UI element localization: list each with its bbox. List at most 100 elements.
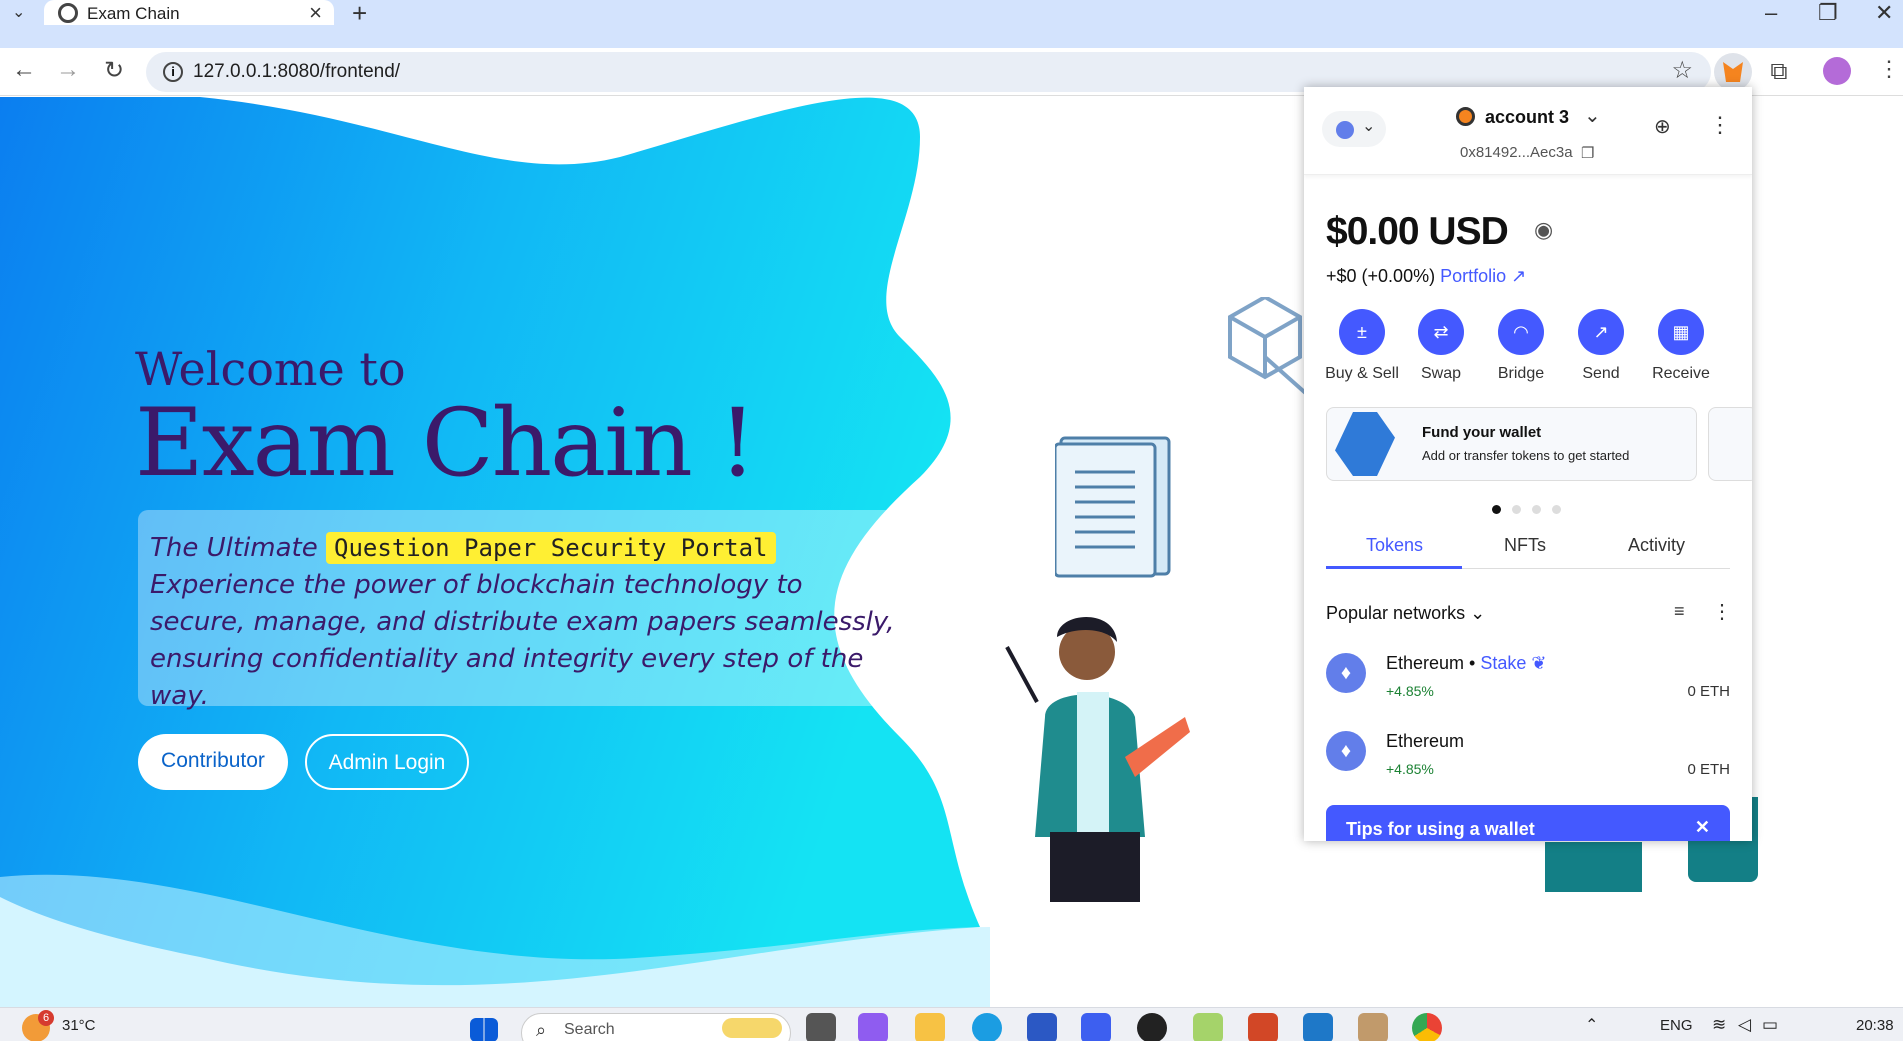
- chevron-down-icon: ⌄: [1470, 603, 1486, 623]
- ethereum-logo-icon: [1335, 412, 1395, 476]
- page-title: Exam Chain !: [135, 389, 756, 498]
- fund-wallet-subtitle: Add or transfer tokens to get started: [1422, 448, 1630, 463]
- forward-arrow-icon[interactable]: →: [56, 56, 80, 84]
- account-avatar: [1456, 107, 1475, 126]
- send-icon: ↗: [1578, 309, 1624, 355]
- token-balance: 0 ETH: [1687, 683, 1730, 700]
- carousel-dot[interactable]: [1532, 505, 1541, 514]
- active-tab-underline: [1326, 566, 1462, 569]
- browser-tab[interactable]: Exam Chain ×: [44, 0, 334, 25]
- file-explorer-icon[interactable]: [915, 1013, 945, 1041]
- tagline-prefix: The Ultimate: [150, 533, 318, 563]
- language-indicator[interactable]: ENG: [1660, 1017, 1693, 1034]
- extensions-puzzle-icon[interactable]: ⧉: [1760, 53, 1798, 91]
- chevron-down-icon: ⌄: [1362, 118, 1376, 135]
- metamask-wallet-popup: ⌄ account 3 ⌄ 0x81492...Aec3a ❐ ⊕ ⋮ $0.0…: [1304, 87, 1752, 841]
- balance-change: +$0 (+0.00%) Portfolio ↗: [1326, 266, 1526, 287]
- carousel-dot[interactable]: [1552, 505, 1561, 514]
- account-address[interactable]: 0x81492...Aec3a: [1460, 144, 1573, 161]
- browser-menu-icon[interactable]: ⋮: [1878, 56, 1900, 94]
- taskbar-search[interactable]: ⌕ Search: [521, 1013, 791, 1041]
- token-name: Ethereum • Stake ❦: [1386, 653, 1547, 673]
- weather-badge: 6: [38, 1010, 54, 1026]
- powerpoint-icon[interactable]: [1248, 1013, 1278, 1041]
- restore-button[interactable]: ❐: [1818, 0, 1838, 26]
- reload-icon[interactable]: ↻: [104, 56, 124, 85]
- stake-link[interactable]: Stake: [1480, 653, 1526, 673]
- fund-wallet-card[interactable]: Fund your wallet Add or transfer tokens …: [1326, 407, 1697, 481]
- contributor-button[interactable]: Contributor: [138, 734, 288, 790]
- app-icon[interactable]: [1081, 1013, 1111, 1041]
- token-row[interactable]: ♦ Ethereum +4.85% 0 ETH: [1326, 725, 1730, 785]
- token-change: +4.85%: [1386, 683, 1434, 699]
- carousel-dot[interactable]: [1512, 505, 1521, 514]
- send-button[interactable]: ↗ Send: [1561, 309, 1641, 383]
- clock[interactable]: 20:38: [1856, 1017, 1894, 1034]
- github-icon[interactable]: [1137, 1013, 1167, 1041]
- close-window-button[interactable]: ✕: [1875, 0, 1893, 26]
- tab-tokens[interactable]: Tokens: [1366, 535, 1423, 556]
- new-tab-button[interactable]: +: [352, 0, 367, 29]
- copy-icon[interactable]: ❐: [1581, 144, 1594, 162]
- tab-list-chevron-icon[interactable]: ⌄: [12, 2, 25, 22]
- network-selector[interactable]: ⌄: [1322, 111, 1386, 147]
- copilot-icon[interactable]: [858, 1013, 888, 1041]
- profile-avatar[interactable]: [1823, 57, 1851, 85]
- wallet-menu-icon[interactable]: ⋮: [1709, 112, 1731, 138]
- edge-icon[interactable]: [972, 1013, 1002, 1041]
- windows-taskbar: 6 31°C ⌕ Search ⌃ ENG ≋ ◁ ▭ 20:38: [0, 1007, 1903, 1041]
- portfolio-link[interactable]: Portfolio: [1440, 266, 1506, 286]
- next-promo-card[interactable]: [1708, 407, 1752, 481]
- hero-description: Experience the power of blockchain techn…: [150, 570, 895, 711]
- task-view-icon[interactable]: [806, 1013, 836, 1041]
- fund-wallet-title: Fund your wallet: [1422, 424, 1542, 441]
- address-bar[interactable]: i 127.0.0.1:8080/frontend/ ☆: [146, 52, 1711, 92]
- external-link-icon[interactable]: ↗: [1511, 266, 1526, 286]
- volume-icon[interactable]: ◁: [1738, 1015, 1751, 1035]
- url-text[interactable]: 127.0.0.1:8080/frontend/: [193, 61, 400, 83]
- app-icon[interactable]: [1193, 1013, 1223, 1041]
- app-icon[interactable]: [1358, 1013, 1388, 1041]
- ethereum-network-icon: [1336, 121, 1354, 139]
- chevron-up-icon[interactable]: ⌃: [1585, 1015, 1598, 1035]
- popular-networks-filter[interactable]: Popular networks ⌄: [1326, 603, 1485, 624]
- windows-start-icon[interactable]: [470, 1018, 498, 1041]
- token-row[interactable]: ♦ Ethereum • Stake ❦ +4.85% 0 ETH: [1326, 647, 1730, 707]
- bookmark-star-icon[interactable]: ☆: [1671, 56, 1693, 85]
- admin-login-button[interactable]: Admin Login: [305, 734, 469, 790]
- token-options-icon[interactable]: ⋮: [1712, 599, 1732, 624]
- minimize-button[interactable]: –: [1765, 0, 1777, 26]
- ethereum-icon: ♦: [1326, 731, 1366, 771]
- tab-nfts[interactable]: NFTs: [1504, 535, 1546, 556]
- eye-icon[interactable]: ◉: [1534, 217, 1553, 243]
- metamask-fox-icon[interactable]: [1714, 53, 1752, 91]
- bridge-button[interactable]: ◠ Bridge: [1481, 309, 1561, 383]
- sort-filter-icon[interactable]: ≡: [1674, 601, 1685, 622]
- vscode-icon[interactable]: [1303, 1013, 1333, 1041]
- carousel-dot[interactable]: [1492, 505, 1501, 514]
- account-name[interactable]: account 3: [1485, 107, 1569, 128]
- hero-description-box: The Ultimate Question Paper Security Por…: [138, 510, 915, 711]
- tips-banner[interactable]: Tips for using a wallet ✕: [1326, 805, 1730, 841]
- site-info-icon[interactable]: i: [163, 62, 183, 82]
- connected-sites-icon[interactable]: ⊕: [1654, 114, 1671, 139]
- tips-title: Tips for using a wallet: [1346, 819, 1535, 839]
- wifi-icon[interactable]: ≋: [1712, 1015, 1726, 1035]
- close-icon[interactable]: ✕: [1695, 817, 1710, 838]
- receive-button[interactable]: ▦ Receive: [1641, 309, 1721, 383]
- bridge-label: Bridge: [1497, 365, 1545, 382]
- back-arrow-icon[interactable]: ←: [12, 56, 36, 84]
- chrome-icon[interactable]: [1412, 1013, 1442, 1041]
- teacher-illustration: [1005, 617, 1190, 902]
- battery-icon[interactable]: ▭: [1762, 1015, 1778, 1035]
- tab-activity[interactable]: Activity: [1628, 535, 1685, 556]
- account-chevron-icon[interactable]: ⌄: [1584, 103, 1601, 128]
- swap-button[interactable]: ⇄ Swap: [1401, 309, 1481, 383]
- balance-change-value: +$0 (+0.00%): [1326, 266, 1436, 286]
- microsoft-store-icon[interactable]: [1027, 1013, 1057, 1041]
- receive-label: Receive: [1652, 365, 1710, 382]
- close-tab-icon[interactable]: ×: [309, 0, 322, 26]
- buy-sell-button[interactable]: ± Buy & Sell: [1322, 309, 1402, 383]
- ethereum-icon: ♦: [1326, 653, 1366, 693]
- bridge-icon: ◠: [1498, 309, 1544, 355]
